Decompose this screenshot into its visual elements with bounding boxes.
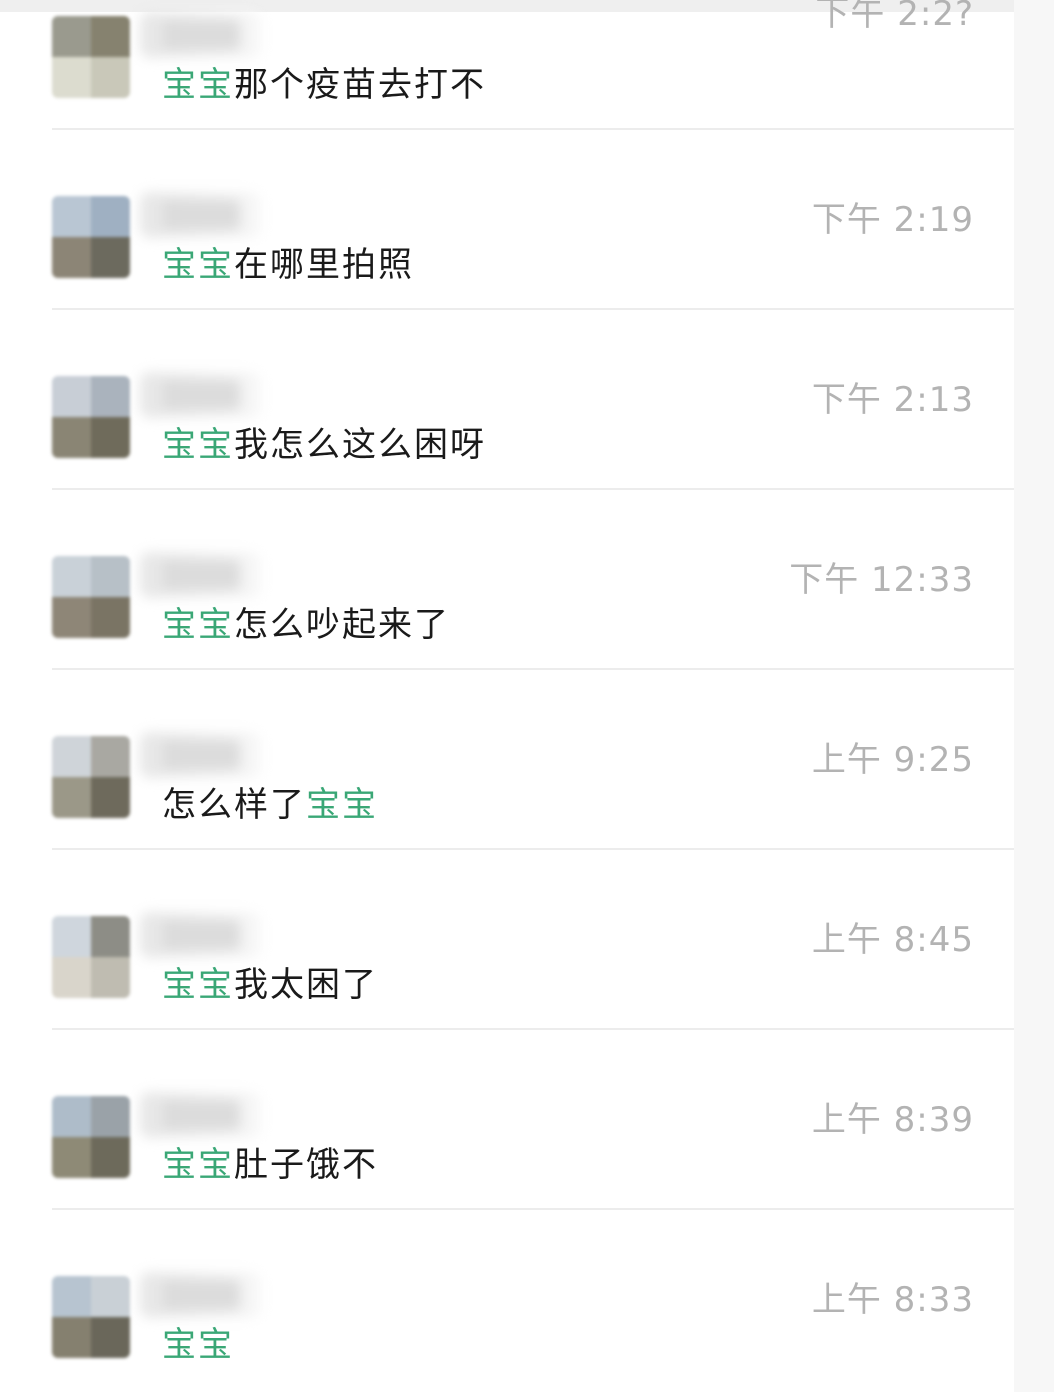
avatar bbox=[52, 376, 130, 458]
contact-name-blurred bbox=[140, 12, 260, 58]
message-preview: 宝宝肚子饿不 bbox=[162, 1137, 378, 1186]
avatar bbox=[52, 1276, 130, 1358]
preview-post: 在哪里拍照 bbox=[234, 245, 414, 285]
preview-post: 肚子饿不 bbox=[234, 1145, 378, 1185]
message-time: 上午 8:33 bbox=[811, 1280, 974, 1320]
conversation-row[interactable]: 下午 2:13 宝宝我怎么这么困呀 bbox=[0, 310, 1014, 490]
message-time: 上午 8:45 bbox=[811, 920, 974, 960]
keyword-highlight: 宝宝 bbox=[162, 965, 234, 1005]
message-preview: 宝宝 bbox=[162, 1317, 234, 1366]
conversation-row[interactable]: 上午 8:33 宝宝 bbox=[0, 1210, 1014, 1390]
keyword-highlight: 宝宝 bbox=[162, 605, 234, 645]
message-preview: 宝宝我怎么这么困呀 bbox=[162, 417, 486, 466]
preview-post: 怎么吵起来了 bbox=[234, 605, 450, 645]
message-time: 下午 12:33 bbox=[789, 560, 974, 600]
avatar bbox=[52, 736, 130, 818]
contact-name-blurred bbox=[140, 372, 260, 418]
contact-name-blurred bbox=[140, 552, 260, 598]
keyword-highlight: 宝宝 bbox=[162, 1325, 234, 1365]
message-preview: 怎么样了宝宝 bbox=[162, 777, 378, 826]
message-time: 下午 2:2? bbox=[815, 0, 974, 34]
avatar bbox=[52, 196, 130, 278]
message-time: 上午 9:25 bbox=[811, 740, 974, 780]
contact-name-blurred bbox=[140, 1092, 260, 1138]
conversation-row[interactable]: 上午 8:45 宝宝我太困了 bbox=[0, 850, 1014, 1030]
conversation-row[interactable]: 上午 8:39 宝宝肚子饿不 bbox=[0, 1030, 1014, 1210]
message-preview: 宝宝我太困了 bbox=[162, 957, 378, 1006]
keyword-highlight: 宝宝 bbox=[306, 785, 378, 825]
contact-name-blurred bbox=[140, 732, 260, 778]
keyword-highlight: 宝宝 bbox=[162, 1145, 234, 1185]
keyword-highlight: 宝宝 bbox=[162, 65, 234, 105]
message-preview: 宝宝在哪里拍照 bbox=[162, 237, 414, 286]
avatar bbox=[52, 1096, 130, 1178]
conversation-row[interactable]: 下午 2:2? 宝宝那个疫苗去打不 bbox=[0, 0, 1014, 130]
contact-name-blurred bbox=[140, 1272, 260, 1318]
keyword-highlight: 宝宝 bbox=[162, 245, 234, 285]
conversation-row[interactable]: 下午 2:19 宝宝在哪里拍照 bbox=[0, 130, 1014, 310]
message-preview: 宝宝那个疫苗去打不 bbox=[162, 57, 486, 106]
preview-post: 我太困了 bbox=[234, 965, 378, 1005]
message-preview: 宝宝怎么吵起来了 bbox=[162, 597, 450, 646]
message-time: 下午 2:13 bbox=[811, 380, 974, 420]
conversation-row[interactable]: 下午 12:33 宝宝怎么吵起来了 bbox=[0, 490, 1014, 670]
preview-post: 我怎么这么困呀 bbox=[234, 425, 486, 465]
right-edge bbox=[1014, 0, 1054, 1392]
preview-pre: 怎么样了 bbox=[162, 785, 306, 825]
conversation-list: 下午 2:2? 宝宝那个疫苗去打不 下午 2:19 宝宝在哪里拍照 下午 2:1… bbox=[0, 0, 1014, 1390]
message-time: 下午 2:19 bbox=[811, 200, 974, 240]
preview-post: 那个疫苗去打不 bbox=[234, 65, 486, 105]
conversation-row[interactable]: 上午 9:25 怎么样了宝宝 bbox=[0, 670, 1014, 850]
chat-search-results-screen: 下午 2:2? 宝宝那个疫苗去打不 下午 2:19 宝宝在哪里拍照 下午 2:1… bbox=[0, 0, 1054, 1392]
message-time: 上午 8:39 bbox=[811, 1100, 974, 1140]
avatar bbox=[52, 556, 130, 638]
avatar bbox=[52, 916, 130, 998]
contact-name-blurred bbox=[140, 192, 260, 238]
avatar bbox=[52, 16, 130, 98]
keyword-highlight: 宝宝 bbox=[162, 425, 234, 465]
contact-name-blurred bbox=[140, 912, 260, 958]
